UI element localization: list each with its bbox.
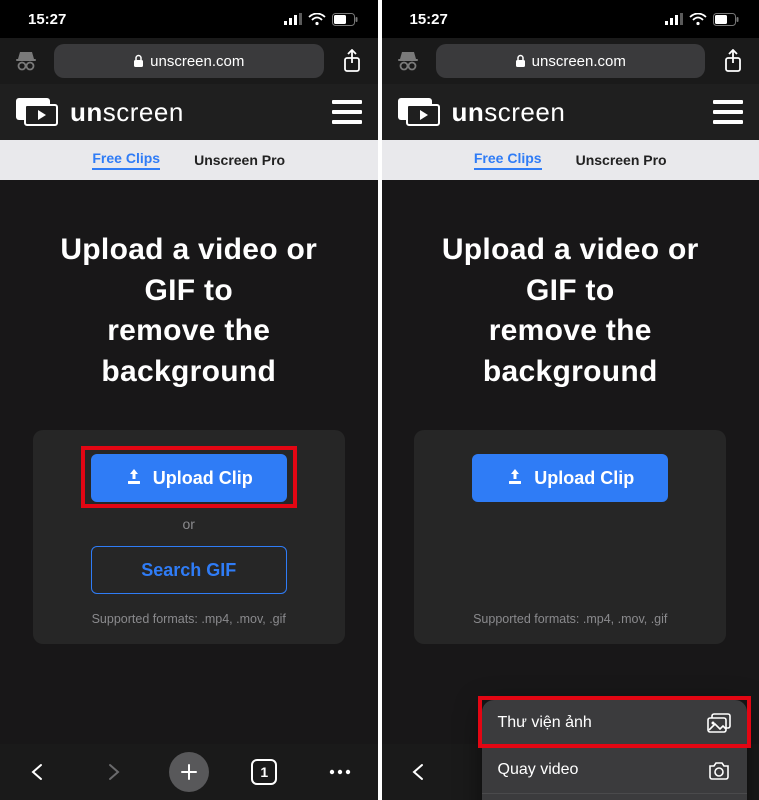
incognito-icon[interactable] bbox=[12, 47, 40, 75]
battery-icon bbox=[713, 13, 739, 26]
browser-address-bar: unscreen.com bbox=[382, 38, 759, 84]
hero-title: Upload a video or GIF to remove the back… bbox=[394, 230, 748, 392]
new-tab-button[interactable] bbox=[169, 752, 209, 792]
tab-free-clips[interactable]: Free Clips bbox=[474, 150, 542, 170]
gallery-icon bbox=[707, 713, 731, 733]
or-divider: or bbox=[183, 516, 195, 532]
menu-item-choose-file[interactable]: Chọn tệp bbox=[482, 794, 748, 800]
logo-text: unscreen bbox=[70, 97, 184, 128]
status-icons bbox=[284, 13, 358, 26]
upload-clip-button[interactable]: Upload Clip bbox=[472, 454, 668, 502]
address-text: unscreen.com bbox=[150, 53, 244, 70]
menu-button[interactable] bbox=[713, 100, 743, 124]
phone-right: 15:27 unscreen.com unscreen Free C bbox=[382, 0, 759, 800]
dots-icon bbox=[328, 768, 352, 776]
lock-icon bbox=[133, 54, 144, 68]
upload-clip-button[interactable]: Upload Clip bbox=[91, 454, 287, 502]
logo[interactable]: unscreen bbox=[16, 97, 184, 128]
upload-icon bbox=[125, 468, 143, 486]
logo[interactable]: unscreen bbox=[398, 97, 566, 128]
wifi-icon bbox=[308, 13, 326, 26]
logo-icon bbox=[16, 98, 60, 126]
browser-address-bar: unscreen.com bbox=[0, 38, 378, 84]
incognito-icon[interactable] bbox=[394, 47, 422, 75]
share-button[interactable] bbox=[338, 47, 366, 75]
tabs-button[interactable]: 1 bbox=[244, 752, 284, 792]
back-button[interactable] bbox=[18, 752, 58, 792]
share-button[interactable] bbox=[719, 47, 747, 75]
logo-text: unscreen bbox=[452, 97, 566, 128]
logo-icon bbox=[398, 98, 442, 126]
status-bar: 15:27 bbox=[0, 0, 378, 38]
status-time: 15:27 bbox=[28, 11, 66, 28]
hero-section: Upload a video or GIF to remove the back… bbox=[0, 180, 378, 744]
upload-card: Upload Clip or Search GIF Supported form… bbox=[414, 430, 726, 644]
camera-icon bbox=[707, 760, 731, 780]
hero-section: Upload a video or GIF to remove the back… bbox=[382, 180, 759, 744]
file-picker-menu: Thư viện ảnh Quay video Chọn tệp bbox=[482, 700, 748, 800]
menu-button[interactable] bbox=[332, 100, 362, 124]
site-header: unscreen bbox=[0, 84, 378, 140]
browser-toolbar: 1 bbox=[0, 744, 378, 800]
menu-item-photo-library[interactable]: Thư viện ảnh bbox=[482, 700, 748, 747]
tab-free-clips[interactable]: Free Clips bbox=[92, 150, 160, 170]
status-bar: 15:27 bbox=[382, 0, 759, 38]
site-header: unscreen bbox=[382, 84, 759, 140]
cellular-icon bbox=[284, 13, 302, 25]
address-text: unscreen.com bbox=[532, 53, 626, 70]
page-tabs: Free Clips Unscreen Pro bbox=[382, 140, 759, 180]
status-time: 15:27 bbox=[410, 11, 448, 28]
phone-left: 15:27 unscreen.com unscreen Free C bbox=[0, 0, 378, 800]
battery-icon bbox=[332, 13, 358, 26]
upload-icon bbox=[506, 468, 524, 486]
plus-icon bbox=[179, 762, 199, 782]
tab-unscreen-pro[interactable]: Unscreen Pro bbox=[194, 152, 285, 168]
wifi-icon bbox=[689, 13, 707, 26]
status-icons bbox=[665, 13, 739, 26]
hero-title: Upload a video or GIF to remove the back… bbox=[12, 230, 366, 392]
supported-formats: Supported formats: .mp4, .mov, .gif bbox=[473, 612, 667, 626]
upload-card: Upload Clip or Search GIF Supported form… bbox=[33, 430, 345, 644]
search-gif-button[interactable]: Search GIF bbox=[91, 546, 287, 594]
cellular-icon bbox=[665, 13, 683, 25]
tab-count: 1 bbox=[251, 759, 277, 785]
menu-item-record-video[interactable]: Quay video bbox=[482, 747, 748, 794]
address-field[interactable]: unscreen.com bbox=[436, 44, 706, 78]
lock-icon bbox=[515, 54, 526, 68]
back-button[interactable] bbox=[399, 752, 439, 792]
page-tabs: Free Clips Unscreen Pro bbox=[0, 140, 378, 180]
tab-unscreen-pro[interactable]: Unscreen Pro bbox=[576, 152, 667, 168]
address-field[interactable]: unscreen.com bbox=[54, 44, 324, 78]
forward-button[interactable] bbox=[93, 752, 133, 792]
more-button[interactable] bbox=[320, 752, 360, 792]
supported-formats: Supported formats: .mp4, .mov, .gif bbox=[92, 612, 286, 626]
